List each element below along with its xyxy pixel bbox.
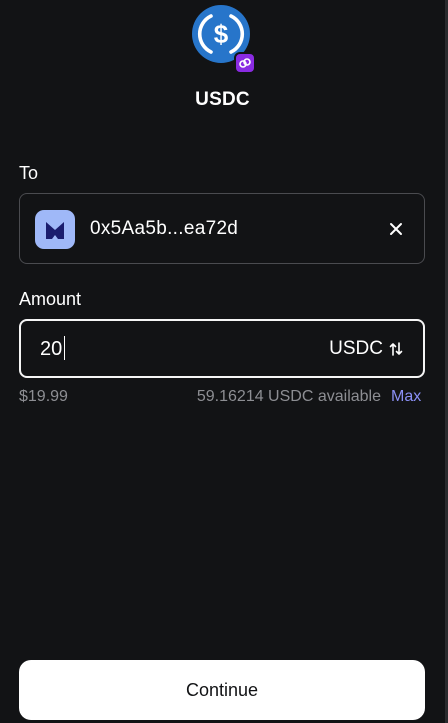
to-label: To [19,163,39,183]
fiat-value: $19.99 [19,388,68,405]
recipient-address: 0x5Aa5b...ea72d [90,218,239,239]
max-button[interactable]: Max [391,388,421,406]
close-icon [390,223,402,235]
swap-arrows-icon [389,342,403,356]
svg-text:$: $ [214,19,229,49]
chain-link-icon [234,52,256,74]
available-balance: 59.16214 USDC available [196,388,381,405]
wallet-avatar-icon [35,210,75,249]
currency-label: USDC [329,338,383,359]
send-token-page: $ USDC To 0x5Aa5b...ea72d Amount 20 USDC… [0,0,448,723]
continue-button[interactable]: Continue [19,660,425,720]
amount-label: Amount [19,289,82,309]
text-caret [64,336,65,360]
currency-toggle-button[interactable]: USDC [329,338,403,360]
clear-recipient-button[interactable] [382,214,410,244]
recipient-field[interactable]: 0x5Aa5b...ea72d [19,193,425,264]
amount-input[interactable]: 20 [40,338,62,361]
token-logo: $ [192,5,256,74]
amount-field[interactable]: 20 USDC [19,319,425,378]
token-symbol-title: USDC [195,89,250,110]
